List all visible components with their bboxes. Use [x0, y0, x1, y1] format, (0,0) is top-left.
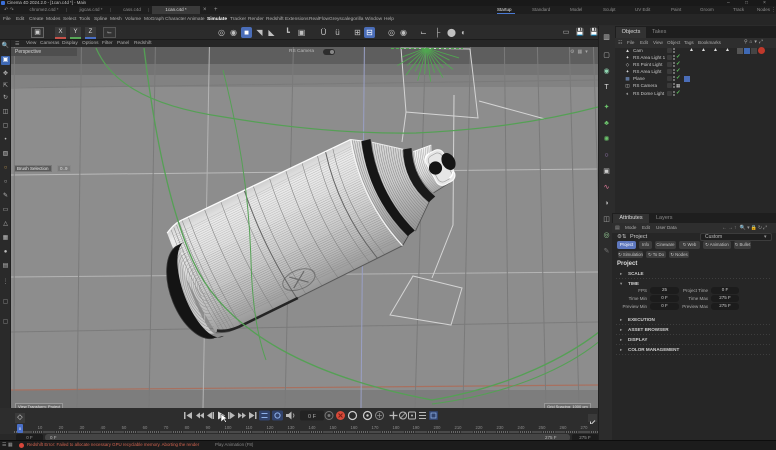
svg-text:0 F: 0 F: [308, 414, 317, 420]
